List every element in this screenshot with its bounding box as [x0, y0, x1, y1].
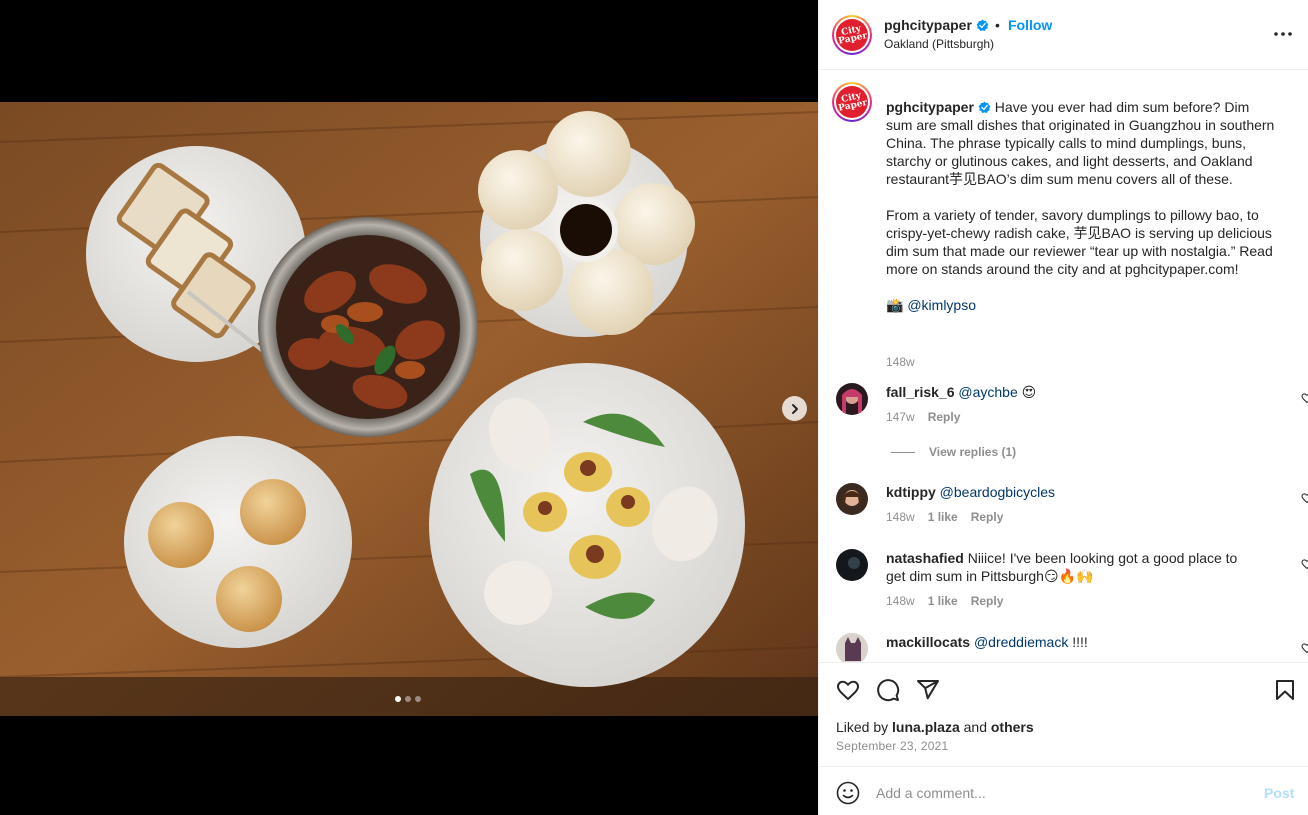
account-avatar[interactable]: City Paper [832, 15, 872, 55]
verified-badge-icon [978, 101, 991, 114]
account-username[interactable]: pghcitypaper [884, 17, 989, 33]
comment-time[interactable]: 147w [886, 410, 915, 424]
comment-text: kdtippy @beardogbicycles [886, 483, 1256, 501]
chevron-right-icon [791, 403, 798, 414]
heart-icon[interactable] [1301, 558, 1308, 570]
post-actions: Liked by luna.plaza and others September… [819, 662, 1308, 766]
post-header: City Paper pghcitypaper • Follow Oakland… [819, 0, 1308, 70]
media-viewer [0, 0, 818, 815]
next-slide-button[interactable] [782, 396, 807, 421]
liked-by-user[interactable]: luna.plaza [892, 719, 960, 735]
comment-input[interactable] [876, 779, 1246, 807]
comment-username[interactable]: mackillocats [886, 634, 970, 650]
commenter-avatar[interactable] [836, 549, 868, 581]
comments-list[interactable]: City Paper pghcitypaper Have you ever ha… [819, 71, 1308, 662]
comment-text: natashafied Niiice! I've been looking go… [886, 549, 1256, 585]
paper-plane-icon[interactable] [916, 678, 940, 702]
caption-text: pghcitypaper Have you ever had dim sum b… [886, 98, 1278, 314]
post-comment-button[interactable]: Post [1264, 785, 1294, 801]
heart-icon[interactable] [1301, 642, 1308, 654]
slide-dot [415, 696, 421, 702]
comment-meta: 147w Reply [886, 410, 960, 424]
comment-mention[interactable]: @dreddiemack [974, 634, 1068, 650]
post-details-panel: City Paper pghcitypaper • Follow Oakland… [818, 0, 1308, 815]
heart-icon[interactable] [1301, 392, 1308, 404]
commenter-avatar[interactable] [836, 383, 868, 415]
heart-icon[interactable] [1301, 492, 1308, 504]
reply-button[interactable]: Reply [971, 510, 1004, 524]
reply-line [891, 451, 915, 453]
reply-button[interactable]: Reply [971, 594, 1004, 608]
liked-by-others[interactable]: others [991, 719, 1034, 735]
likes-prefix: Liked by [836, 719, 893, 735]
caption-username[interactable]: pghcitypaper [886, 99, 974, 115]
username-link[interactable]: pghcitypaper [884, 17, 972, 33]
add-comment-bar: Post [819, 766, 1308, 815]
caption-paragraph-2: From a variety of tender, savory dumplin… [886, 207, 1273, 277]
comment-body: !!!! [1068, 634, 1088, 650]
comment-like-count[interactable]: 1 like [928, 510, 958, 524]
comment-time[interactable]: 148w [886, 594, 915, 608]
photo-credit-mention[interactable]: @kimlypso [907, 297, 976, 313]
view-replies-button[interactable]: View replies (1) [891, 445, 1016, 459]
city-paper-logo: City Paper [837, 24, 868, 47]
comment-mention[interactable]: @aychbe [958, 384, 1017, 400]
more-horizontal-icon[interactable] [1271, 24, 1295, 44]
caption-avatar[interactable]: City Paper [832, 82, 872, 122]
follow-button[interactable]: Follow [1008, 17, 1052, 33]
bookmark-icon[interactable] [1273, 678, 1297, 702]
comment-mention[interactable]: @beardogbicycles [940, 484, 1055, 500]
camera-emoji: 📸 [886, 297, 904, 313]
view-replies-label[interactable]: View replies (1) [929, 445, 1016, 459]
comment-text: fall_risk_6 @aychbe 😍 [886, 383, 1256, 401]
comment-username[interactable]: fall_risk_6 [886, 384, 955, 400]
comment-meta: 148w 1 like Reply [886, 510, 1003, 524]
likes-summary: Liked by luna.plaza and others [836, 719, 1034, 735]
comment-bubble-icon[interactable] [876, 678, 900, 702]
likes-conjunction: and [959, 719, 991, 735]
heart-icon[interactable] [836, 678, 860, 702]
smiley-face-icon[interactable] [836, 781, 860, 805]
comment-username[interactable]: natashafied [886, 550, 964, 566]
verified-badge-icon [976, 19, 989, 32]
comment-like-count[interactable]: 1 like [928, 594, 958, 608]
commenter-avatar[interactable] [836, 483, 868, 515]
post-photo[interactable] [0, 102, 818, 716]
caption-timestamp[interactable]: 148w [886, 355, 915, 369]
comment-body: 😍 [1017, 384, 1037, 400]
header-separator: • [995, 17, 1000, 33]
city-paper-logo: City Paper [837, 91, 868, 114]
reply-button[interactable]: Reply [928, 410, 961, 424]
slide-dot-active [395, 696, 401, 702]
post-date[interactable]: September 23, 2021 [836, 739, 948, 753]
slide-indicator [395, 696, 421, 702]
comment-username[interactable]: kdtippy [886, 484, 936, 500]
comment-text: mackillocats @dreddiemack !!!! [886, 633, 1256, 651]
commenter-avatar[interactable] [836, 633, 868, 662]
slide-dot [405, 696, 411, 702]
post-location[interactable]: Oakland (Pittsburgh) [884, 37, 994, 51]
dim-sum-photo-illustration [0, 102, 818, 716]
comment-time[interactable]: 148w [886, 510, 915, 524]
comment-meta: 148w 1 like Reply [886, 594, 1003, 608]
instagram-post-view: City Paper pghcitypaper • Follow Oakland… [0, 0, 1308, 815]
